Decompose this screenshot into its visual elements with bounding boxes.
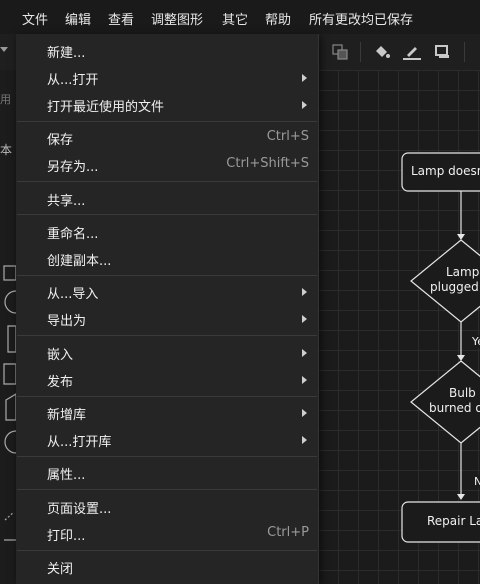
shortcut-label: Ctrl+Shift+S [226,156,309,171]
menu-item-label: 页面设置... [47,502,112,517]
save-status[interactable]: 所有更改均已保存 [309,9,413,28]
menu-item-new[interactable]: 新建... [16,38,318,64]
edge-label-yes: Yes [472,335,480,348]
decision-label-line2: burned out? [429,401,480,415]
submenu-arrow-icon [302,74,307,82]
shape-sidebar: 用 本 [0,70,16,584]
menu-item-label: 从...导入 [47,287,99,302]
line-color-icon[interactable] [402,43,422,61]
submenu-arrow-icon [302,349,307,357]
menu-separator [17,275,317,276]
menu-item-make-copy[interactable]: 创建副本... [16,246,318,272]
menu-edit[interactable]: 编辑 [65,9,91,28]
menu-view[interactable]: 查看 [108,9,134,28]
menu-item-label: 嵌入 [47,348,74,363]
ungroup-icon[interactable] [332,44,348,60]
shadow-icon[interactable] [434,43,452,61]
diagram-canvas[interactable]: Lamp doesn't work Lamp plugged in? Yes B… [318,70,480,584]
menu-item-export-as[interactable]: 导出为 [16,306,318,332]
shortcut-label: Ctrl+P [267,525,309,540]
sidebar-fragment: 本 [0,143,13,157]
menu-item-label: 重命名... [47,227,99,242]
fill-color-icon[interactable] [373,43,391,61]
toolbar-divider [464,42,465,62]
menu-item-properties[interactable]: 属性... [16,460,318,486]
menu-item-label: 保存 [47,133,74,148]
menu-separator [17,396,317,397]
menu-item-label: 打印... [47,529,86,544]
decision-label-line2: plugged in? [430,280,480,294]
menu-item-label: 打开最近使用的文件 [47,100,165,115]
menu-item-open-from[interactable]: 从...打开 [16,65,318,91]
menu-item-label: 属性... [47,468,86,483]
submenu-arrow-icon [302,315,307,323]
menu-item-label: 从...打开 [47,73,99,88]
menu-item-print[interactable]: 打印... Ctrl+P [16,521,318,547]
menu-item-share[interactable]: 共享... [16,186,318,212]
menu-item-label: 另存为... [47,160,99,175]
arrowhead-icon [457,494,465,500]
menu-item-save-as[interactable]: 另存为... Ctrl+Shift+S [16,152,318,178]
menu-bar: 文件 编辑 查看 调整图形 其它 帮助 所有更改均已保存 [0,0,480,34]
action-node-label: Repair Lamp [427,514,480,528]
flowchart [401,152,480,543]
menu-item-rename[interactable]: 重命名... [16,219,318,245]
submenu-arrow-icon [302,409,307,417]
menu-item-import-from[interactable]: 从...导入 [16,279,318,305]
shape-palette[interactable] [0,260,16,560]
menu-separator [17,335,317,336]
menu-item-open-recent[interactable]: 打开最近使用的文件 [16,92,318,118]
menu-item-save[interactable]: 保存 Ctrl+S [16,125,318,151]
menu-arrange[interactable]: 调整图形 [151,9,203,28]
start-node-label: Lamp doesn't work [411,164,480,178]
arrowhead-icon [457,355,465,361]
submenu-arrow-icon [302,288,307,296]
edge-label-no: No [474,475,480,488]
menu-separator [17,550,317,551]
menu-separator [17,489,317,490]
shortcut-label: Ctrl+S [266,129,309,144]
sidebar-fragment: 用 [0,93,11,106]
menu-extras[interactable]: 其它 [222,9,248,28]
menu-item-label: 创建副本... [47,254,112,269]
menu-item-label: 导出为 [47,314,87,329]
submenu-arrow-icon [302,376,307,384]
menu-separator [17,214,317,215]
decision-label-line1: Lamp [446,265,480,279]
toolbar-divider [360,42,361,62]
menu-item-embed[interactable]: 嵌入 [16,340,318,366]
menu-item-label: 关闭 [47,562,74,577]
submenu-arrow-icon [302,436,307,444]
decision-label-line1: Bulb [449,386,476,400]
menu-item-new-library[interactable]: 新增库 [16,400,318,426]
menu-item-label: 新增库 [47,408,87,423]
chevron-down-icon[interactable] [0,47,8,52]
menu-separator [17,121,317,122]
menu-separator [17,456,317,457]
menu-item-label: 发布 [47,375,74,390]
menu-item-close[interactable]: 关闭 [16,554,318,580]
menu-item-label: 共享... [47,194,86,209]
submenu-arrow-icon [302,101,307,109]
menu-item-open-library-from[interactable]: 从...打开库 [16,427,318,453]
file-menu: 新建... 从...打开 打开最近使用的文件 保存 Ctrl+S 另存为... … [16,34,319,584]
menu-item-publish[interactable]: 发布 [16,367,318,393]
menu-item-label: 从...打开库 [47,435,112,450]
menu-help[interactable]: 帮助 [265,9,291,28]
menu-separator [17,181,317,182]
arrowhead-icon [457,234,465,240]
menu-item-page-setup[interactable]: 页面设置... [16,494,318,520]
menu-item-label: 新建... [47,46,86,61]
menu-file[interactable]: 文件 [22,9,48,28]
